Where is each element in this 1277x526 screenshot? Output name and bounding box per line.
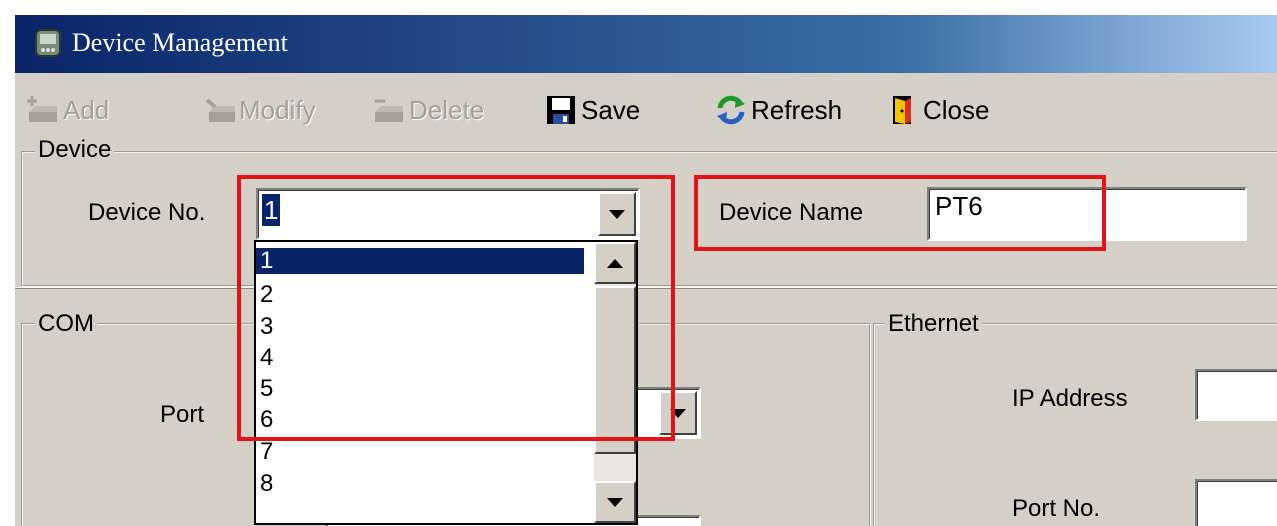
list-item[interactable]: 7: [256, 439, 584, 465]
delete-button-label: Delete: [409, 94, 485, 125]
refresh-button-label: Refresh: [751, 94, 843, 125]
refresh-button[interactable]: Refresh: [715, 91, 842, 129]
add-button[interactable]: Add: [27, 91, 109, 129]
scroll-down-button[interactable]: [594, 481, 636, 523]
floppy-disk-icon: [545, 94, 577, 126]
device-management-window: Device Management Add Modify Delete Save…: [15, 15, 1277, 526]
device-app-icon: [34, 28, 62, 58]
device-name-field[interactable]: PT6: [927, 187, 1247, 241]
list-item[interactable]: 1: [256, 248, 584, 274]
ip-address-label: IP Address: [1012, 385, 1128, 412]
chevron-up-icon: [607, 258, 623, 268]
save-button[interactable]: Save: [545, 91, 640, 129]
list-item[interactable]: 2: [256, 282, 584, 308]
window-title: Device Management: [72, 28, 288, 57]
add-button-label: Add: [63, 94, 110, 125]
list-item[interactable]: 5: [256, 376, 584, 402]
scroll-up-button[interactable]: [594, 242, 636, 284]
add-device-icon: [27, 94, 59, 126]
dropdown-scrollbar[interactable]: [594, 242, 636, 523]
delete-button[interactable]: Delete: [373, 91, 484, 129]
device-no-combobox[interactable]: 1: [256, 188, 640, 240]
list-item[interactable]: 8: [256, 471, 584, 497]
device-name-label: Device Name: [719, 199, 864, 226]
close-button[interactable]: Close: [887, 91, 989, 129]
device-no-dropdown-list[interactable]: 1 2 3 4 5 6 7 8: [254, 240, 638, 525]
device-no-label: Device No.: [88, 199, 206, 226]
door-exit-icon: [887, 94, 919, 126]
section-divider: [15, 287, 1277, 289]
title-bar[interactable]: Device Management: [15, 15, 1277, 73]
ethernet-group-label: Ethernet: [885, 311, 982, 337]
port-no-label: Port No.: [1012, 495, 1101, 522]
list-item[interactable]: 4: [256, 345, 584, 371]
chevron-down-icon: [607, 497, 623, 507]
modify-button[interactable]: Modify: [203, 91, 316, 129]
list-item[interactable]: 3: [256, 314, 584, 340]
close-button-label: Close: [923, 94, 990, 125]
port-dropdown-button[interactable]: [659, 391, 697, 435]
port-label: Port: [160, 401, 205, 428]
modify-button-label: Modify: [239, 94, 316, 125]
modify-device-icon: [203, 94, 235, 126]
toolbar: Add Modify Delete Save Refresh Close: [15, 77, 1277, 141]
ip-address-field[interactable]: [1195, 369, 1277, 421]
scroll-thumb[interactable]: [594, 286, 636, 454]
com-group-label: COM: [35, 311, 97, 337]
device-group-label: Device: [35, 137, 115, 163]
chevron-down-icon: [609, 209, 625, 219]
list-item[interactable]: 6: [256, 407, 584, 433]
refresh-arrows-icon: [715, 94, 747, 126]
device-no-dropdown-button[interactable]: [598, 192, 636, 236]
chevron-down-icon: [670, 408, 686, 418]
device-no-value: 1: [262, 194, 281, 226]
port-no-field[interactable]: [1195, 479, 1277, 526]
delete-device-icon: [373, 94, 405, 126]
save-button-label: Save: [581, 94, 641, 125]
